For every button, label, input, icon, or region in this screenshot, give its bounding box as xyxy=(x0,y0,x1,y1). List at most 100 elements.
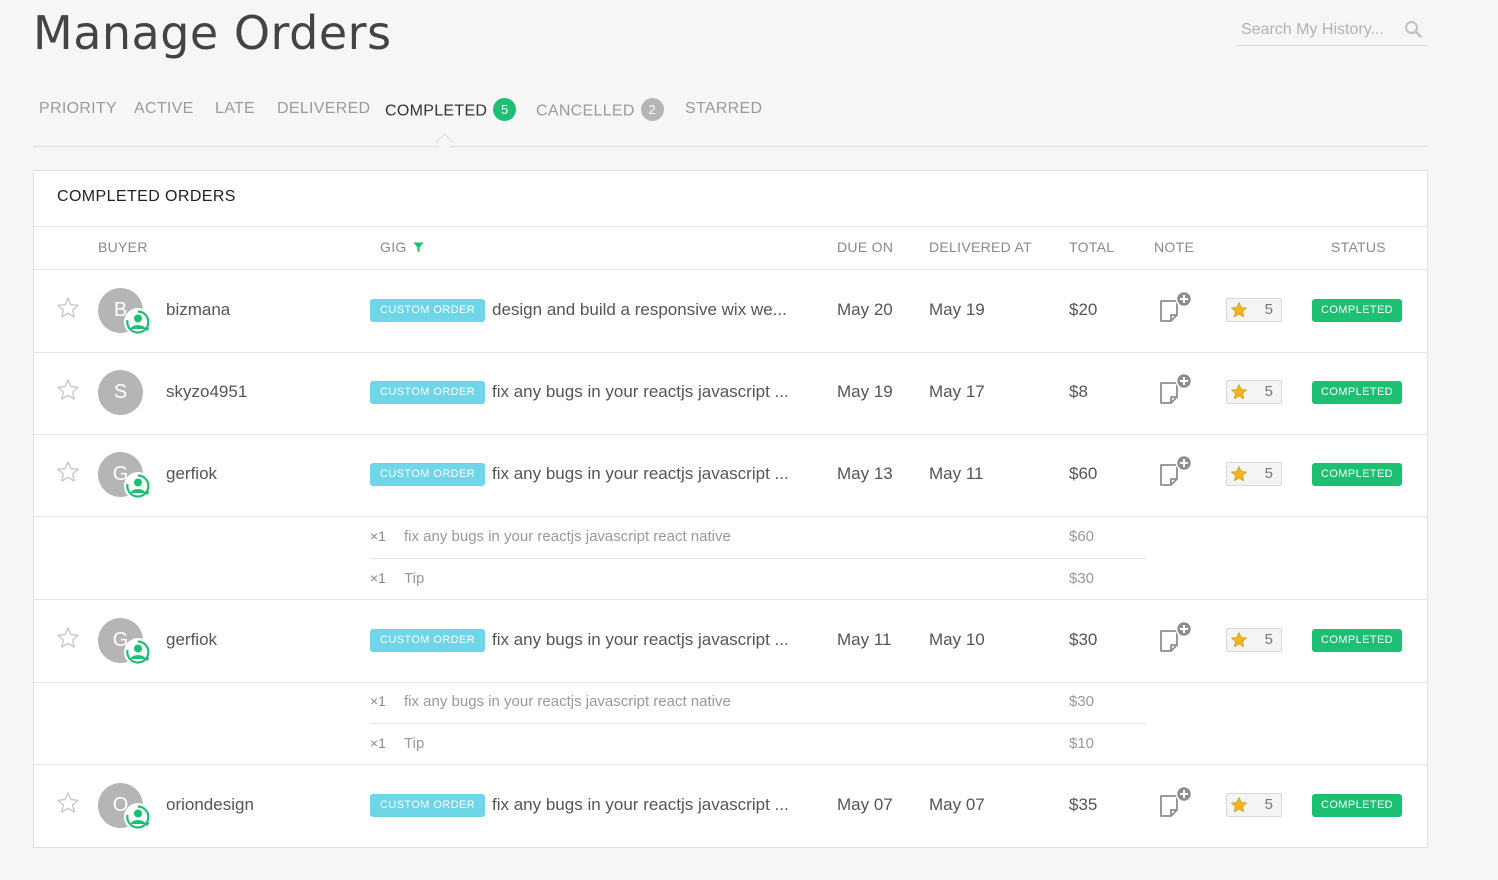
tab-completed[interactable]: COMPLETED 5 xyxy=(385,98,517,123)
delivered-date: May 10 xyxy=(929,630,985,649)
rating-value: 5 xyxy=(1264,465,1273,482)
delivered-date: May 17 xyxy=(929,382,985,401)
repeat-buyer-icon xyxy=(124,308,152,336)
page-title: Manage Orders xyxy=(33,6,392,60)
tab-label: STARRED xyxy=(685,100,763,117)
tab-label: ACTIVE xyxy=(134,100,194,117)
column-header-note: NOTE xyxy=(1154,239,1195,255)
tab-starred[interactable]: STARRED xyxy=(685,100,762,118)
rating-box[interactable]: 5 xyxy=(1226,793,1282,817)
add-note-icon[interactable] xyxy=(1158,290,1194,326)
gig-title[interactable]: design and build a responsive wix we... xyxy=(492,300,787,320)
due-date: May 13 xyxy=(837,464,893,483)
tab-count-badge: 2 xyxy=(640,98,664,121)
line-price: $30 xyxy=(1069,570,1095,587)
rating-box[interactable]: 5 xyxy=(1226,462,1282,486)
add-note-icon[interactable] xyxy=(1158,785,1194,821)
rating-value: 5 xyxy=(1264,301,1273,318)
add-note-icon[interactable] xyxy=(1158,454,1194,490)
line-quantity: ×1 xyxy=(370,528,386,544)
rating-star-icon xyxy=(1231,632,1247,648)
order-total: $8 xyxy=(1069,382,1088,401)
column-header-total: TOTAL xyxy=(1069,239,1115,255)
due-date: May 11 xyxy=(837,630,892,649)
line-quantity: ×1 xyxy=(370,693,386,709)
rating-star-icon xyxy=(1231,466,1247,482)
line-quantity: ×1 xyxy=(370,735,386,751)
tab-cancelled[interactable]: CANCELLED 2 xyxy=(536,98,664,123)
rating-star-icon xyxy=(1231,302,1247,318)
rating-box[interactable]: 5 xyxy=(1226,380,1282,404)
orders-panel: COMPLETED ORDERS BUYER GIG DUE ON DELIVE… xyxy=(33,170,1428,848)
custom-order-tag: CUSTOM ORDER xyxy=(370,381,486,404)
line-description: fix any bugs in your reactjs javascript … xyxy=(404,528,731,545)
order-tabs: PRIORITY ACTIVE LATE DELIVERED COMPLETED… xyxy=(33,96,1428,152)
tab-active[interactable]: ACTIVE xyxy=(134,100,194,118)
line-price: $60 xyxy=(1069,528,1095,545)
order-total: $60 xyxy=(1069,464,1098,483)
line-quantity: ×1 xyxy=(370,570,386,586)
search-icon[interactable] xyxy=(1404,20,1422,38)
table-row[interactable]: G gerfiok CUSTOM ORDER fix any bugs in y… xyxy=(34,434,1427,516)
gig-title[interactable]: fix any bugs in your reactjs javascript … xyxy=(492,630,789,650)
line-price: $10 xyxy=(1069,735,1095,752)
delivered-date: May 07 xyxy=(929,795,985,814)
status-badge: COMPLETED xyxy=(1312,463,1402,486)
column-header-label: GIG xyxy=(380,239,407,255)
gig-title[interactable]: fix any bugs in your reactjs javascript … xyxy=(492,382,789,402)
line-description: Tip xyxy=(404,570,425,587)
repeat-buyer-icon xyxy=(124,638,152,666)
add-note-icon[interactable] xyxy=(1158,372,1194,408)
gig-title[interactable]: fix any bugs in your reactjs javascript … xyxy=(492,795,789,815)
tab-late[interactable]: LATE xyxy=(215,100,255,118)
star-outline-icon[interactable] xyxy=(56,626,80,650)
order-line-item: ×1 Tip $10 xyxy=(370,724,1146,765)
order-line-item: ×1 fix any bugs in your reactjs javascri… xyxy=(370,517,1146,559)
buyer-name[interactable]: oriondesign xyxy=(166,795,254,815)
column-header-gig[interactable]: GIG xyxy=(380,239,424,255)
column-header-due-on: DUE ON xyxy=(837,239,894,255)
table-row[interactable]: G gerfiok CUSTOM ORDER fix any bugs in y… xyxy=(34,600,1427,682)
custom-order-tag: CUSTOM ORDER xyxy=(370,463,486,486)
column-header-delivered-at: DELIVERED AT xyxy=(929,239,1032,255)
rating-value: 5 xyxy=(1264,796,1273,813)
add-note-icon[interactable] xyxy=(1158,620,1194,656)
star-outline-icon[interactable] xyxy=(56,296,80,320)
buyer-name[interactable]: gerfiok xyxy=(166,464,217,484)
filter-icon[interactable] xyxy=(413,242,424,253)
line-description: fix any bugs in your reactjs javascript … xyxy=(404,693,731,710)
tab-label: DELIVERED xyxy=(277,100,371,117)
due-date: May 19 xyxy=(837,382,893,401)
tab-delivered[interactable]: DELIVERED xyxy=(277,100,370,118)
buyer-name[interactable]: skyzo4951 xyxy=(166,382,247,402)
star-outline-icon[interactable] xyxy=(56,378,80,402)
tab-label: PRIORITY xyxy=(39,100,117,117)
rating-box[interactable]: 5 xyxy=(1226,628,1282,652)
status-badge: COMPLETED xyxy=(1312,381,1402,404)
due-date: May 20 xyxy=(837,300,893,319)
custom-order-tag: CUSTOM ORDER xyxy=(370,629,486,652)
tab-label: COMPLETED xyxy=(385,102,488,120)
order-total: $30 xyxy=(1069,630,1098,649)
delivered-date: May 19 xyxy=(929,300,985,319)
table-row[interactable]: B bizmana CUSTOM ORDER design and build … xyxy=(34,270,1427,352)
rating-value: 5 xyxy=(1264,631,1273,648)
buyer-name[interactable]: bizmana xyxy=(166,300,230,320)
gig-title[interactable]: fix any bugs in your reactjs javascript … xyxy=(492,464,789,484)
rating-star-icon xyxy=(1231,384,1247,400)
table-row[interactable]: O oriondesign CUSTOM ORDER fix any bugs … xyxy=(34,765,1427,847)
tab-label: CANCELLED xyxy=(536,102,635,120)
tab-priority[interactable]: PRIORITY xyxy=(39,100,117,118)
star-outline-icon[interactable] xyxy=(56,460,80,484)
order-total: $20 xyxy=(1069,300,1098,319)
order-total: $35 xyxy=(1069,795,1098,814)
repeat-buyer-icon xyxy=(124,472,152,500)
rating-box[interactable]: 5 xyxy=(1226,298,1282,322)
search-input[interactable] xyxy=(1239,17,1398,43)
table-row[interactable]: S skyzo4951 CUSTOM ORDER fix any bugs in… xyxy=(34,352,1427,434)
star-outline-icon[interactable] xyxy=(56,791,80,815)
buyer-name[interactable]: gerfiok xyxy=(166,630,217,650)
rating-value: 5 xyxy=(1264,383,1273,400)
avatar[interactable]: S xyxy=(98,370,143,415)
due-date: May 07 xyxy=(837,795,893,814)
